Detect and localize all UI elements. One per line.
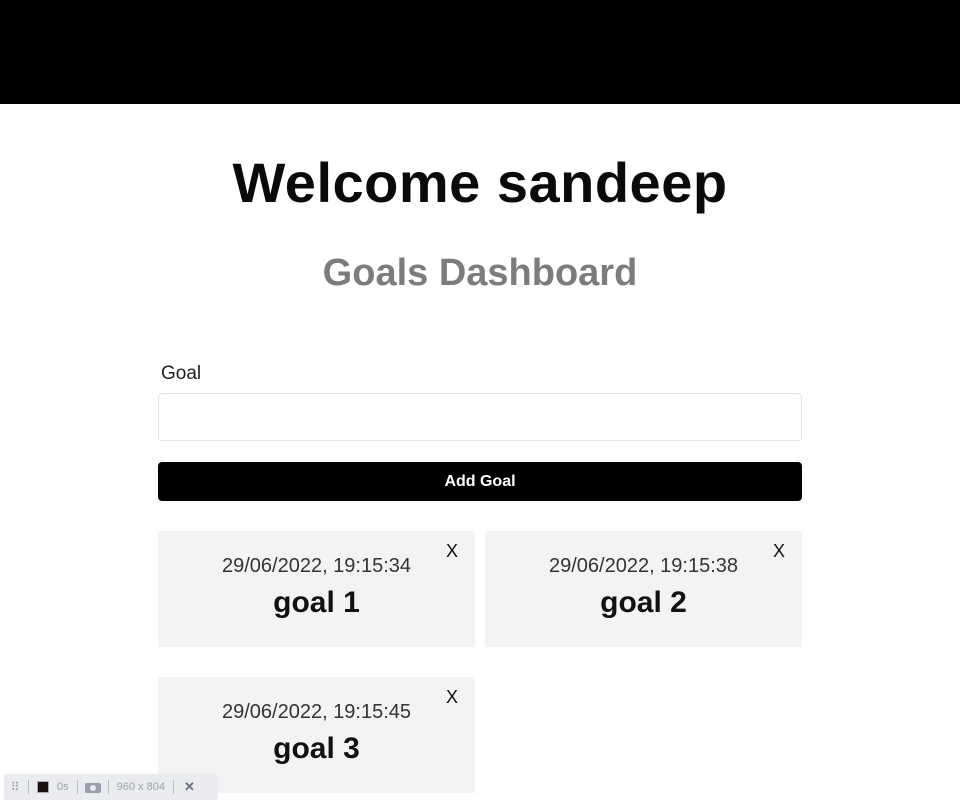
divider	[28, 780, 29, 794]
goal-card: 29/06/2022, 19:15:38 goal 2 X	[485, 531, 802, 647]
close-icon[interactable]: ✕	[178, 779, 201, 795]
goal-date: 29/06/2022, 19:15:45	[221, 701, 412, 723]
delete-goal-button[interactable]: X	[770, 541, 788, 561]
divider	[107, 780, 109, 794]
color-swatch[interactable]	[37, 781, 49, 793]
delete-goal-button[interactable]: X	[443, 687, 461, 707]
divider	[76, 780, 78, 794]
main-content: Welcome sandeep Goals Dashboard Goal Add…	[0, 104, 960, 804]
goal-input[interactable]	[158, 393, 802, 441]
drag-handle-icon[interactable]: ⠿	[4, 780, 24, 794]
devtools-toolbar: ⠿ 0s 960 x 804 ✕	[4, 774, 218, 800]
goal-date: 29/06/2022, 19:15:34	[221, 555, 412, 577]
add-goal-button[interactable]: Add Goal	[158, 462, 802, 501]
dashboard-title: Goals Dashboard	[322, 252, 638, 294]
goal-text: goal 3	[273, 732, 360, 765]
viewport-size: 960 x 804	[116, 781, 165, 793]
camera-icon[interactable]	[84, 781, 101, 793]
timer-readout: 0s	[57, 781, 69, 793]
goal-text: goal 1	[273, 586, 360, 619]
top-black-bar	[0, 0, 960, 104]
welcome-heading: Welcome sandeep	[232, 151, 728, 214]
goal-text: goal 2	[600, 586, 687, 619]
goal-date: 29/06/2022, 19:15:38	[548, 555, 739, 577]
goal-input-label: Goal	[161, 363, 202, 384]
delete-goal-button[interactable]: X	[443, 541, 461, 561]
divider	[172, 780, 174, 794]
goal-card: 29/06/2022, 19:15:34 goal 1 X	[158, 531, 475, 647]
